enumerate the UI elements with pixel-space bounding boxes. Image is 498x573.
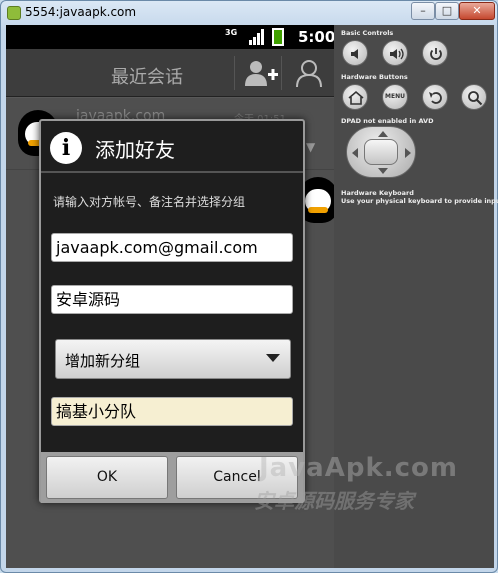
power-button[interactable] <box>422 40 448 66</box>
back-icon <box>429 92 442 104</box>
close-button[interactable]: ✕ <box>459 2 495 20</box>
dialog-title: 添加好友 <box>95 138 175 162</box>
account-input[interactable]: javaapk.com@gmail.com <box>51 233 293 262</box>
dpad-center <box>364 139 398 165</box>
hardware-keyboard-label: Hardware Keyboard <box>341 189 414 197</box>
search-button[interactable] <box>461 84 487 110</box>
remark-input[interactable]: 安卓源码 <box>51 285 293 314</box>
add-friend-icon[interactable] <box>234 56 282 90</box>
group-select[interactable]: 增加新分组 <box>55 339 291 379</box>
status-time: 5:00 <box>298 28 334 46</box>
dpad-down-icon <box>378 168 388 174</box>
battery-icon <box>272 28 284 46</box>
dpad-up-icon <box>378 131 388 137</box>
home-icon <box>348 90 364 105</box>
new-group-input[interactable]: 搞基小分队 <box>51 397 293 426</box>
contacts-icon[interactable] <box>291 57 327 89</box>
dpad <box>346 126 416 178</box>
page-title: 最近会话 <box>111 67 183 88</box>
volume-up-icon <box>390 48 404 60</box>
dialog-header: i 添加好友 <box>41 121 303 173</box>
emulator-window: 5554:javaapk.com – □ ✕ 3G 5:00 最近会话 java… <box>0 0 498 573</box>
dpad-right-icon <box>405 148 411 158</box>
maximize-button[interactable]: □ <box>435 2 459 20</box>
dropdown-arrow-icon <box>266 354 280 362</box>
dpad-left-icon <box>352 148 358 158</box>
watermark-line1: JavaApk.com <box>259 453 458 483</box>
volume-down-icon <box>351 49 358 59</box>
menu-button[interactable]: MENU <box>382 84 408 110</box>
volume-down-button[interactable] <box>342 40 368 66</box>
add-friend-dialog: i 添加好友 请输入对方帐号、备注名并选择分组 javaapk.com@gmai… <box>39 119 305 503</box>
watermark-line2: 安卓源码服务专家 <box>254 489 414 513</box>
hardware-buttons-label: Hardware Buttons <box>341 73 408 81</box>
chevron-down-icon: ▼ <box>306 140 316 154</box>
search-icon <box>468 91 483 106</box>
home-button[interactable] <box>342 84 368 110</box>
app-bar: 最近会话 <box>6 49 334 97</box>
ok-button[interactable]: OK <box>46 456 168 499</box>
dialog-message: 请输入对方帐号、备注名并选择分组 <box>53 195 246 209</box>
status-bar: 3G 5:00 <box>6 25 334 49</box>
menu-label: MENU <box>385 93 405 100</box>
emulator-client: 3G 5:00 最近会话 javaapk.com ▼ i 添加好友 请输入对方帐… <box>6 25 498 568</box>
minimize-button[interactable]: – <box>411 2 435 20</box>
info-icon: i <box>50 132 82 164</box>
basic-controls-label: Basic Controls <box>341 29 394 37</box>
title-bar[interactable]: 5554:javaapk.com – □ ✕ <box>1 1 498 25</box>
dpad-label: DPAD not enabled in AVD <box>341 117 434 125</box>
volume-up-button[interactable] <box>382 40 408 66</box>
network-indicator: 3G <box>225 28 238 37</box>
window-title: 5554:javaapk.com <box>25 5 137 19</box>
power-icon <box>430 48 442 60</box>
hardware-keyboard-hint: Use your physical keyboard to provide in… <box>341 197 498 205</box>
signal-icon <box>249 29 264 45</box>
app-icon <box>7 6 21 20</box>
back-button[interactable] <box>422 84 448 110</box>
group-select-value: 增加新分组 <box>65 352 141 370</box>
